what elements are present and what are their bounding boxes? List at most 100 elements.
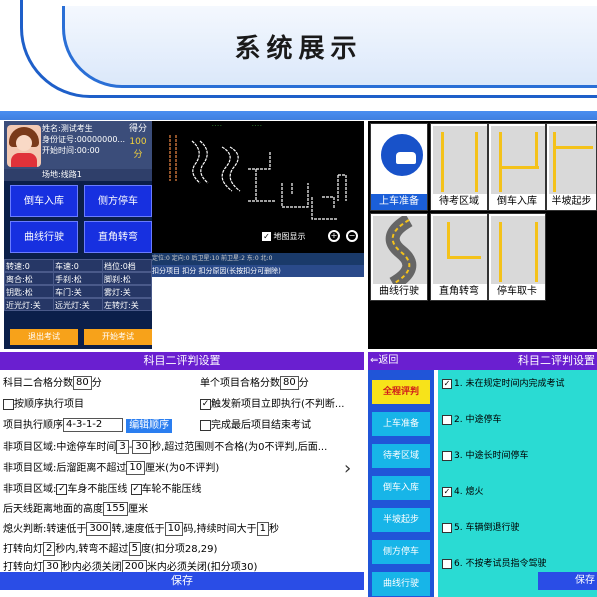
body-line-checkbox[interactable]: ✓ [56,483,68,495]
pass-score-input[interactable]: 80 [73,376,92,390]
antenna-label: 后天线距离地面的高度 [3,504,103,515]
order-row: 项目执行顺序 4-3-1-2 编辑顺序 [3,418,173,434]
stall-speed-input[interactable]: 10 [164,522,184,536]
signal-tail: 度(扣分项28,29) [140,544,218,555]
tile-label: 直角转弯 [431,284,487,300]
waiting-area-icon [433,126,487,196]
start-exam-button[interactable]: 开始考试 [84,329,152,345]
back-button[interactable]: ⇐返回 [370,352,398,370]
tile-stop-card[interactable]: 停车取卡 [488,213,546,301]
save-button[interactable]: 保存 [538,572,597,590]
item-checkbox[interactable] [442,450,452,461]
banner-title: 系统展示 [234,34,363,64]
deduction-list[interactable] [152,277,364,349]
tab-curve[interactable]: 曲线行驶 [372,572,430,596]
line-press-label: 非项目区域: [3,484,57,495]
tab-full-judge[interactable]: 全程评判 [372,380,430,404]
examinee-name: 姓名:测试考生 [42,124,93,133]
antenna-input[interactable]: 155 [103,502,129,516]
item-label: 3. 中途长时间停车 [454,451,529,461]
svg-text:- - - -: - - - - [212,123,222,128]
stall-row: 熄火判断:转速低于 300 转,速度低于 10 码,持续时间大于 1 秒 [3,522,279,538]
curve-icon [373,213,427,291]
course-map[interactable]: - - - - - - - - ✓ 地图显示 + − [152,121,364,253]
item-label: 6. 不按考试员指令驾驶 [454,559,547,569]
stall-rpm-input[interactable]: 300 [86,522,112,536]
score-unit: 分 [133,150,143,160]
zoom-out-icon[interactable]: − [346,230,358,242]
list-item[interactable]: 6. 不按考试员指令驾驶 [442,556,546,572]
svg-text:- - - -: - - - - [252,123,262,128]
exit-exam-button[interactable]: 退出考试 [10,329,78,345]
tab-waiting[interactable]: 待考区域 [372,444,430,468]
item-checkbox[interactable] [442,414,452,425]
tile-boarding[interactable]: 上车准备 [370,123,428,211]
item-checkbox[interactable]: ✓ [442,378,452,389]
finish-checkbox[interactable] [200,419,211,431]
stop-card-icon [491,216,545,286]
signal-mid: 秒内,转弯不超过 [55,544,129,555]
sequential-checkbox[interactable] [3,398,14,410]
antenna-row: 后天线距离地面的高度 155 厘米 [3,502,148,518]
map-display-label: 地图显示 [273,232,306,241]
list-item[interactable]: ✓ 1. 未在规定时间内完成考试 [442,376,564,392]
item-checkbox[interactable] [442,522,452,533]
item-checkbox[interactable]: ✓ [442,486,452,497]
trigger-new-checkbox[interactable]: ✓ [200,398,211,410]
rollback-input[interactable]: 10 [126,461,146,475]
banner-stripe [0,111,597,120]
stop-time-tail: 秒,超过范围则不合格(为0不评判,后面... [151,442,328,453]
banner: 系统展示 [0,0,597,120]
examinee-info: 姓名:测试考生 身份证号:00000000... 开始时间:00:00 [42,123,125,156]
list-item[interactable]: ✓ 4. 熄火 [442,484,483,500]
zoom-in-icon[interactable]: + [328,230,340,242]
map-display-checkbox[interactable]: ✓ 地图显示 [262,231,306,242]
order-input[interactable]: 4-3-1-2 [63,418,123,432]
status-cell: 档位:0档 [102,259,152,272]
list-item[interactable]: 5. 车辆倒退行驶 [442,520,519,536]
tile-hill-start[interactable]: 半坡起步 [546,123,597,211]
signal-deg-input[interactable]: 5 [128,542,141,556]
rollback-label: 非项目区域:后溜距离不超过 [3,463,127,474]
stall-time-input[interactable]: 1 [256,522,269,536]
single-score-input[interactable]: 80 [280,376,299,390]
tile-reverse-park[interactable]: 倒车入库 [488,123,546,211]
edit-order-button[interactable]: 编辑顺序 [126,419,173,433]
tab-hill[interactable]: 半坡起步 [372,508,430,532]
wheel-line-label: 车轮不能压线 [141,484,202,495]
item-label: 4. 熄火 [454,487,484,497]
sequential-row[interactable]: 按顺序执行项目 [3,397,84,413]
tile-waiting-area[interactable]: 待考区域 [430,123,488,211]
tile-right-angle[interactable]: 直角转弯 [430,213,488,301]
reverse-park-icon [491,126,545,196]
save-button[interactable]: 保存 [0,572,364,590]
curve-drive-button[interactable]: 曲线行驶 [10,221,78,253]
right-angle-icon [433,216,487,286]
stall-mid: 转,速度低于 [111,524,165,535]
signal-sec-input[interactable]: 2 [43,542,56,556]
order-label: 项目执行顺序 [3,420,63,431]
stop-time-min-input[interactable]: 3 [116,440,129,454]
examinee-id: 身份证号:00000000... [42,135,126,144]
unit: 秒 [268,524,279,535]
tab-boarding[interactable]: 上车准备 [372,412,430,436]
finish-row[interactable]: 完成最后项目结束考试 [200,418,311,434]
tab-side-park[interactable]: 侧方停车 [372,540,430,564]
avatar-face [16,135,32,151]
trigger-new-row[interactable]: ✓ 触发新项目立即执行(不判断... [200,397,344,413]
tile-curve[interactable]: 曲线行驶 [370,213,428,301]
stop-time-max-input[interactable]: 30 [132,440,152,454]
list-item[interactable]: 3. 中途长时间停车 [442,448,528,464]
examinee-header: 姓名:测试考生 身份证号:00000000... 开始时间:00:00 得分 1… [4,121,152,169]
status-cell: 左转灯:关 [102,298,152,311]
tab-reverse[interactable]: 倒车入库 [372,476,430,500]
item-checkbox[interactable] [442,558,452,569]
tile-label: 半坡起步 [547,194,596,210]
reverse-park-button[interactable]: 倒车入库 [10,185,78,217]
wheel-line-checkbox[interactable]: ✓ [130,483,142,495]
right-angle-button[interactable]: 直角转弯 [84,221,152,253]
list-item[interactable]: 2. 中途停车 [442,412,501,428]
side-park-button[interactable]: 侧方停车 [84,185,152,217]
chevron-right-icon[interactable]: › [344,458,351,479]
tile-label: 停车取卡 [489,284,545,300]
